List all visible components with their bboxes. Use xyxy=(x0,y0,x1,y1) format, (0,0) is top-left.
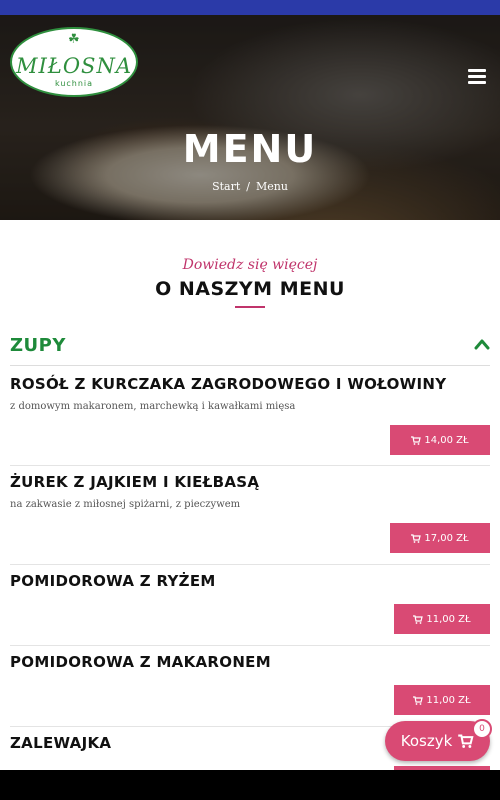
menu-item-name: ZALEWAJKA xyxy=(10,734,112,752)
menu-item-name: POMIDOROWA Z RYŻEM xyxy=(10,572,216,590)
intro-section: Dowiedz się więcej O NASZYM MENU xyxy=(0,220,500,340)
menu-item-name: ROSÓŁ Z KURCZAKA ZAGRODOWEGO I WOŁOWINY xyxy=(10,375,447,393)
menu-item-name: ŻUREK Z JAJKIEM I KIEŁBASĄ xyxy=(10,473,260,491)
cart-icon xyxy=(411,435,422,445)
menu-icon[interactable] xyxy=(468,69,486,84)
page: ☘ MIŁOSNA kuchnia MENU Start / Menu Dowied… xyxy=(0,0,500,770)
logo-name: MIŁOSNA xyxy=(16,54,132,78)
breadcrumb-current: Menu xyxy=(255,180,288,193)
menu-item: ŻUREK Z JAJKIEM I KIEŁBASĄ na zakwasie z… xyxy=(10,465,490,565)
category-header[interactable]: ZUPY xyxy=(10,333,490,366)
breadcrumb: Start / Menu xyxy=(0,180,500,193)
page-title: MENU xyxy=(182,127,318,171)
chevron-up-icon[interactable] xyxy=(474,338,490,350)
cart-icon xyxy=(411,533,422,543)
logo[interactable]: ☘ MIŁOSNA kuchnia xyxy=(10,27,138,97)
cart-icon xyxy=(413,695,424,705)
menu-item-name: POMIDOROWA Z MAKARONEM xyxy=(10,653,271,671)
price-label: 14,00 ZŁ xyxy=(424,434,469,446)
intro-divider xyxy=(235,306,265,308)
cart-button[interactable]: Koszyk 0 xyxy=(385,719,492,761)
top-bar xyxy=(0,0,500,15)
price-label: 11,00 ZŁ xyxy=(426,613,471,625)
intro-title: O NASZYM MENU xyxy=(155,278,345,300)
cart-label: Koszyk xyxy=(400,732,453,750)
breadcrumb-separator: / xyxy=(246,180,250,193)
bottom-bar xyxy=(0,770,500,800)
menu-item: ROSÓŁ Z KURCZAKA ZAGRODOWEGO I WOŁOWINY … xyxy=(10,367,490,466)
add-to-cart-button[interactable]: 11,00 ZŁ xyxy=(394,685,490,715)
cart-icon xyxy=(413,614,424,624)
breadcrumb-start[interactable]: Start xyxy=(212,180,240,193)
menu-item-description: na zakwasie z miłosnej spiżarni, z piecz… xyxy=(10,499,241,510)
menu-item-description: z domowym makaronem, marchewką i kawałka… xyxy=(10,401,296,412)
add-to-cart-button[interactable]: 14,00 ZŁ xyxy=(390,425,490,455)
intro-script: Dowiedz się więcej xyxy=(182,257,318,273)
menu-item: POMIDOROWA Z RYŻEM 11,00 ZŁ xyxy=(10,564,490,646)
cart-icon xyxy=(458,734,474,748)
add-to-cart-button[interactable]: 11,00 ZŁ xyxy=(394,604,490,634)
cart-count-badge: 0 xyxy=(472,719,492,739)
add-to-cart-button[interactable]: 17,00 ZŁ xyxy=(390,523,490,553)
price-label: 17,00 ZŁ xyxy=(424,532,469,544)
logo-subtitle: kuchnia xyxy=(54,79,94,88)
clover-icon: ☘ xyxy=(68,32,80,47)
price-label: 11,00 ZŁ xyxy=(426,694,471,706)
hero-banner: ☘ MIŁOSNA kuchnia MENU Start / Menu xyxy=(0,15,500,220)
menu-item: POMIDOROWA Z MAKARONEM 11,00 ZŁ xyxy=(10,645,490,727)
category-title: ZUPY xyxy=(10,335,66,356)
